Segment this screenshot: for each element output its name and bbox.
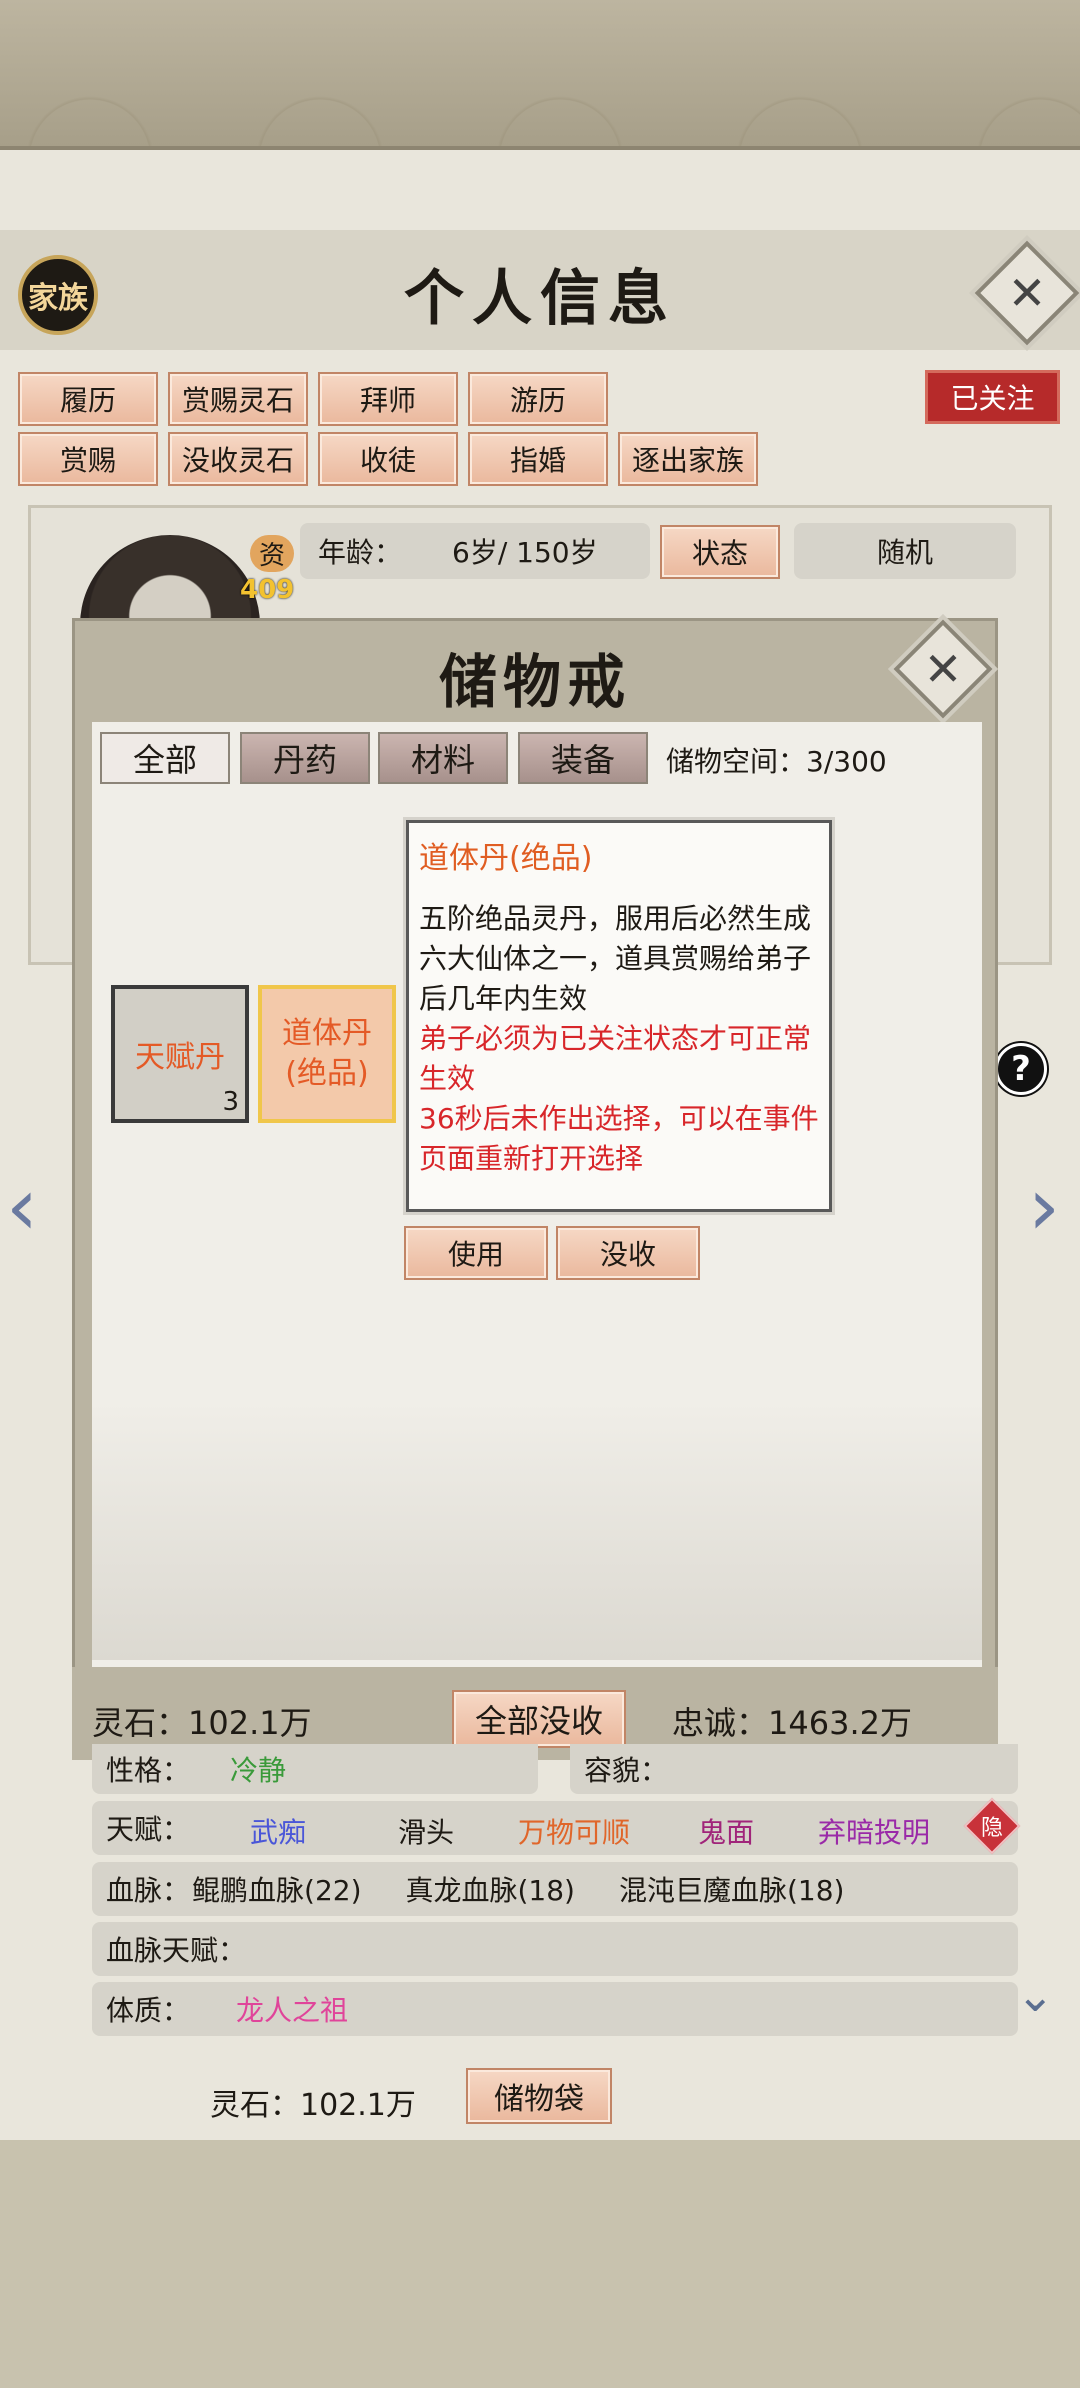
item-count: 3	[222, 1087, 239, 1117]
aptitude-value: 409	[240, 575, 295, 605]
expand-down-icon[interactable]: ⌄	[1016, 1968, 1055, 2022]
bloodline-row: 血脉： 鲲鹏血脉(22) 真龙血脉(18) 混沌巨魔血脉(18)	[92, 1862, 1018, 1916]
travel-button[interactable]: 游历	[468, 372, 608, 426]
personality-value: 冷静	[230, 1754, 287, 1787]
tab-all[interactable]: 全部	[100, 732, 230, 784]
hide-label: 隐	[980, 1816, 1003, 1841]
loyalty-value: 忠诚：1463.2万	[672, 1704, 912, 1742]
reward-button[interactable]: 赏赐	[18, 432, 158, 486]
item-tooltip: 道体丹(绝品) 五阶绝品灵丹，服用后必然生成六大仙体之一，道具赏赐给弟子后几年内…	[406, 820, 832, 1212]
tab-materials[interactable]: 材料	[378, 732, 508, 784]
physique-value: 龙人之祖	[236, 1994, 349, 2027]
storage-space-label: 储物空间：3/300	[666, 745, 887, 778]
physique-label: 体质：	[106, 1994, 191, 2027]
talent-item[interactable]: 滑头	[398, 1811, 454, 1851]
prev-arrow-icon[interactable]: ‹	[6, 1160, 38, 1253]
footer-spirit-stone: 灵石：102.1万	[210, 2088, 416, 2123]
history-button[interactable]: 履历	[18, 372, 158, 426]
confiscate-stones-button[interactable]: 没收灵石	[168, 432, 308, 486]
page-title: 个人信息	[404, 264, 676, 334]
tooltip-description: 五阶绝品灵丹，服用后必然生成六大仙体之一，道具赏赐给弟子后几年内生效	[419, 902, 812, 1015]
bloodline-label: 血脉：	[106, 1874, 191, 1907]
confiscate-all-button[interactable]: 全部没收	[452, 1690, 626, 1748]
age-value: 6岁/ 150岁	[452, 536, 598, 569]
appearance-row: 容貌：	[570, 1744, 1018, 1794]
appearance-label: 容貌：	[584, 1754, 669, 1787]
item-slot-dao-body-pill[interactable]: 道体丹 (绝品)	[258, 985, 396, 1123]
item-name: 道体丹 (绝品)	[282, 1016, 372, 1091]
age-row: 年龄： 6岁/ 150岁	[300, 523, 650, 579]
tab-equipment[interactable]: 装备	[518, 732, 648, 784]
bloodline-item: 混沌巨魔血脉(18)	[618, 1874, 845, 1907]
confiscate-button[interactable]: 没收	[556, 1226, 700, 1280]
mountain-decoration	[92, 1400, 982, 1660]
use-button[interactable]: 使用	[404, 1226, 548, 1280]
tooltip-warning: 弟子必须为已关注状态才可正常生效	[419, 1022, 812, 1095]
bottom-band	[0, 2140, 1080, 2388]
talent-item[interactable]: 鬼面	[698, 1811, 754, 1851]
bloodline-item: 鲲鹏血脉(22)	[192, 1874, 362, 1907]
personality-label: 性格：	[106, 1754, 191, 1787]
aptitude-badge: 资	[250, 535, 294, 572]
next-arrow-icon[interactable]: ›	[1028, 1160, 1060, 1253]
status-button[interactable]: 状态	[660, 525, 780, 579]
talent-item[interactable]: 弃暗投明	[818, 1811, 930, 1851]
tooltip-title: 道体丹(绝品)	[419, 841, 593, 876]
talent-label: 天赋：	[106, 1813, 191, 1846]
apprentice-master-button[interactable]: 拜师	[318, 372, 458, 426]
take-disciple-button[interactable]: 收徒	[318, 432, 458, 486]
bloodline-talent-label: 血脉天赋：	[106, 1934, 247, 1967]
reward-stones-button[interactable]: 赏赐灵石	[168, 372, 308, 426]
tooltip-timer-warning: 36秒后未作出选择，可以在事件页面重新打开选择	[419, 1102, 819, 1175]
top-decorative-band	[0, 0, 1080, 150]
item-name: 天赋丹	[135, 1040, 225, 1075]
bloodline-talent-row: 血脉天赋：	[92, 1922, 1018, 1976]
modal-title: 储物戒	[438, 648, 631, 716]
talent-item[interactable]: 武痴	[250, 1811, 306, 1851]
modal-spirit-stone: 灵石：102.1万	[92, 1704, 312, 1742]
close-icon: ✕	[1007, 266, 1047, 320]
age-label: 年龄：	[318, 536, 403, 569]
expel-button[interactable]: 逐出家族	[618, 432, 758, 486]
help-icon[interactable]: ?	[995, 1043, 1047, 1095]
arrange-marriage-button[interactable]: 指婚	[468, 432, 608, 486]
personality-row: 性格： 冷静	[92, 1744, 538, 1794]
bloodline-item: 真龙血脉(18)	[405, 1874, 575, 1907]
item-slot-talent-pill[interactable]: 天赋丹 3	[111, 985, 249, 1123]
close-icon: ✕	[923, 642, 963, 696]
storage-bag-button[interactable]: 储物袋	[466, 2068, 612, 2124]
follow-status-badge[interactable]: 已关注	[925, 370, 1060, 424]
random-button[interactable]: 随机	[794, 523, 1016, 579]
tab-pills[interactable]: 丹药	[240, 732, 370, 784]
talent-item[interactable]: 万物可顺	[518, 1811, 630, 1851]
physique-row: 体质： 龙人之祖	[92, 1982, 1018, 2036]
